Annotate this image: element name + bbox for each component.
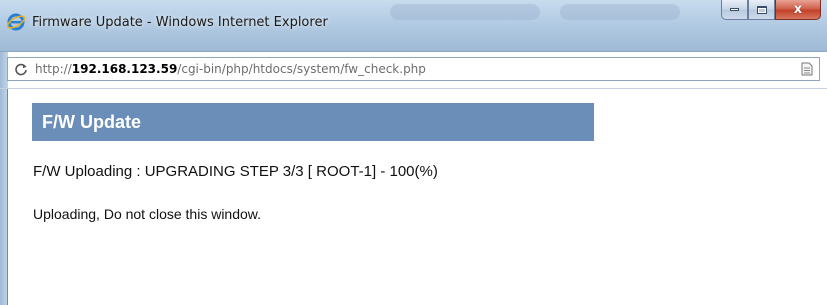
url-host: 192.168.123.59 bbox=[71, 62, 178, 76]
url-text[interactable]: http://192.168.123.59/cgi-bin/php/htdocs… bbox=[35, 62, 426, 76]
window-title-group: Firmware Update - Windows Internet Explo… bbox=[6, 10, 328, 34]
page-content: F/W Update F/W Uploading : UPGRADING STE… bbox=[8, 89, 827, 305]
window-title-bar[interactable]: Firmware Update - Windows Internet Explo… bbox=[0, 0, 827, 52]
internet-explorer-icon bbox=[6, 13, 26, 31]
title-bar-glass-reflection bbox=[560, 4, 680, 20]
minimize-button[interactable] bbox=[721, 0, 748, 20]
maximize-button[interactable] bbox=[748, 0, 775, 20]
minimize-icon bbox=[730, 8, 739, 11]
reload-icon[interactable] bbox=[14, 62, 28, 76]
page-icon[interactable] bbox=[801, 62, 813, 76]
page-title: F/W Update bbox=[42, 111, 141, 132]
close-icon: x bbox=[793, 2, 803, 17]
close-button[interactable]: x bbox=[775, 0, 821, 20]
caption-buttons: x bbox=[721, 0, 821, 20]
url-scheme: http:// bbox=[35, 62, 72, 76]
fw-update-header: F/W Update bbox=[32, 103, 594, 141]
url-path: /cgi-bin/php/htdocs/system/fw_check.php bbox=[177, 62, 426, 76]
upload-notice-text: Uploading, Do not close this window. bbox=[33, 206, 262, 222]
address-bar[interactable]: http://192.168.123.59/cgi-bin/php/htdocs… bbox=[7, 57, 820, 81]
upload-status-text: F/W Uploading : UPGRADING STEP 3/3 [ ROO… bbox=[33, 163, 438, 180]
maximize-icon bbox=[756, 5, 767, 14]
window-title: Firmware Update - Windows Internet Explo… bbox=[32, 14, 328, 30]
title-bar-glass-reflection bbox=[390, 4, 540, 20]
